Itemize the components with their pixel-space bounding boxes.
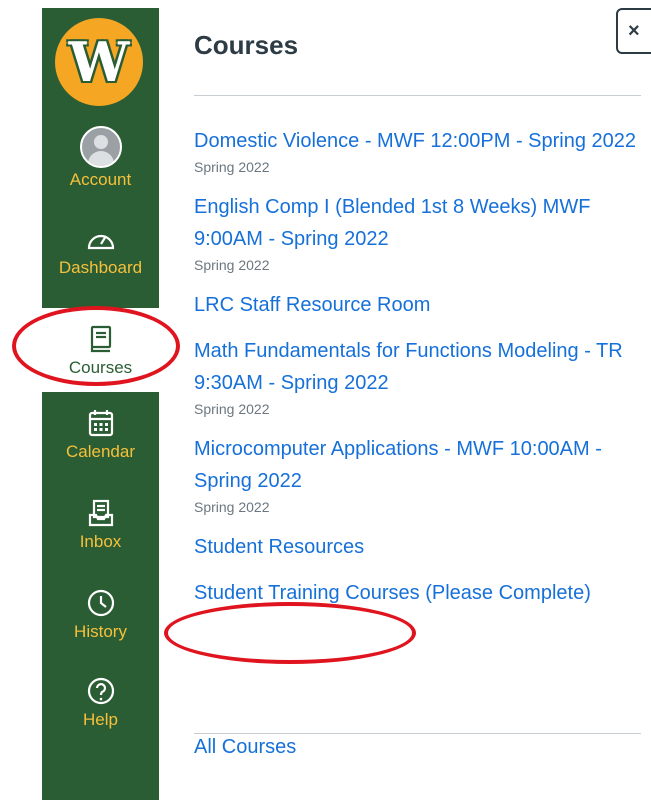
nav-item-history[interactable]: History <box>42 586 159 642</box>
logo-letter: W <box>68 30 130 94</box>
course-term: Spring 2022 <box>194 159 270 175</box>
nav-label-courses: Courses <box>68 358 133 377</box>
school-logo[interactable]: W <box>55 18 143 106</box>
course-term: Spring 2022 <box>194 257 270 273</box>
course-item: Domestic Violence - MWF 12:00PM - Spring… <box>194 125 644 177</box>
global-nav: W Account Dashboard Courses Calendar Inb… <box>42 8 159 800</box>
course-item: LRC Staff Resource Room <box>194 289 644 321</box>
avatar <box>79 126 122 168</box>
course-item: English Comp I (Blended 1st 8 Weeks) MWF… <box>194 191 644 275</box>
course-link-math-fundamentals[interactable]: Math Fundamentals for Functions Modeling… <box>194 335 644 399</box>
course-link-student-training[interactable]: Student Training Courses (Please Complet… <box>194 577 644 609</box>
course-link-lrc-staff[interactable]: LRC Staff Resource Room <box>194 289 644 321</box>
all-courses-link[interactable]: All Courses <box>194 736 296 759</box>
course-item: Student Resources <box>194 531 644 563</box>
nav-label-account: Account <box>69 170 132 189</box>
course-term: Spring 2022 <box>194 499 270 515</box>
nav-label-calendar: Calendar <box>66 442 135 461</box>
course-list: Domestic Violence - MWF 12:00PM - Spring… <box>194 125 644 623</box>
tray-title: Courses <box>194 30 299 60</box>
nav-label-inbox: Inbox <box>79 532 122 551</box>
dashboard-icon <box>86 222 116 256</box>
course-link-domestic-violence[interactable]: Domestic Violence - MWF 12:00PM - Spring… <box>194 125 644 157</box>
close-button[interactable]: × <box>616 8 651 54</box>
canvas-page: W Account Dashboard Courses Calendar Inb… <box>0 0 651 800</box>
nav-item-help[interactable]: Help <box>42 674 159 730</box>
course-item: Math Fundamentals for Functions Modeling… <box>194 335 644 419</box>
nav-label-history: History <box>74 622 127 641</box>
nav-label-help: Help <box>83 710 118 729</box>
course-term: Spring 2022 <box>194 401 270 417</box>
tray-divider-bottom <box>194 733 641 734</box>
nav-label-dashboard: Dashboard <box>58 258 143 277</box>
course-link-microcomputer[interactable]: Microcomputer Applications - MWF 10:00AM… <box>194 433 644 497</box>
tray-divider-top <box>194 95 641 96</box>
nav-item-dashboard[interactable]: Dashboard <box>42 222 159 278</box>
nav-item-inbox[interactable]: Inbox <box>42 496 159 552</box>
course-item: Student Training Courses (Please Complet… <box>194 577 644 609</box>
course-link-english-comp[interactable]: English Comp I (Blended 1st 8 Weeks) MWF… <box>194 191 644 255</box>
course-link-student-resources[interactable]: Student Resources <box>194 531 644 563</box>
close-icon: × <box>628 19 640 42</box>
nav-item-account[interactable]: Account <box>42 126 159 190</box>
inbox-icon <box>88 496 114 530</box>
nav-item-calendar[interactable]: Calendar <box>42 406 159 462</box>
course-item: Microcomputer Applications - MWF 10:00AM… <box>194 433 644 517</box>
help-icon <box>87 674 115 708</box>
calendar-icon <box>88 406 114 440</box>
history-icon <box>87 586 115 620</box>
nav-item-courses[interactable]: Courses <box>42 308 159 392</box>
courses-icon <box>90 322 112 356</box>
